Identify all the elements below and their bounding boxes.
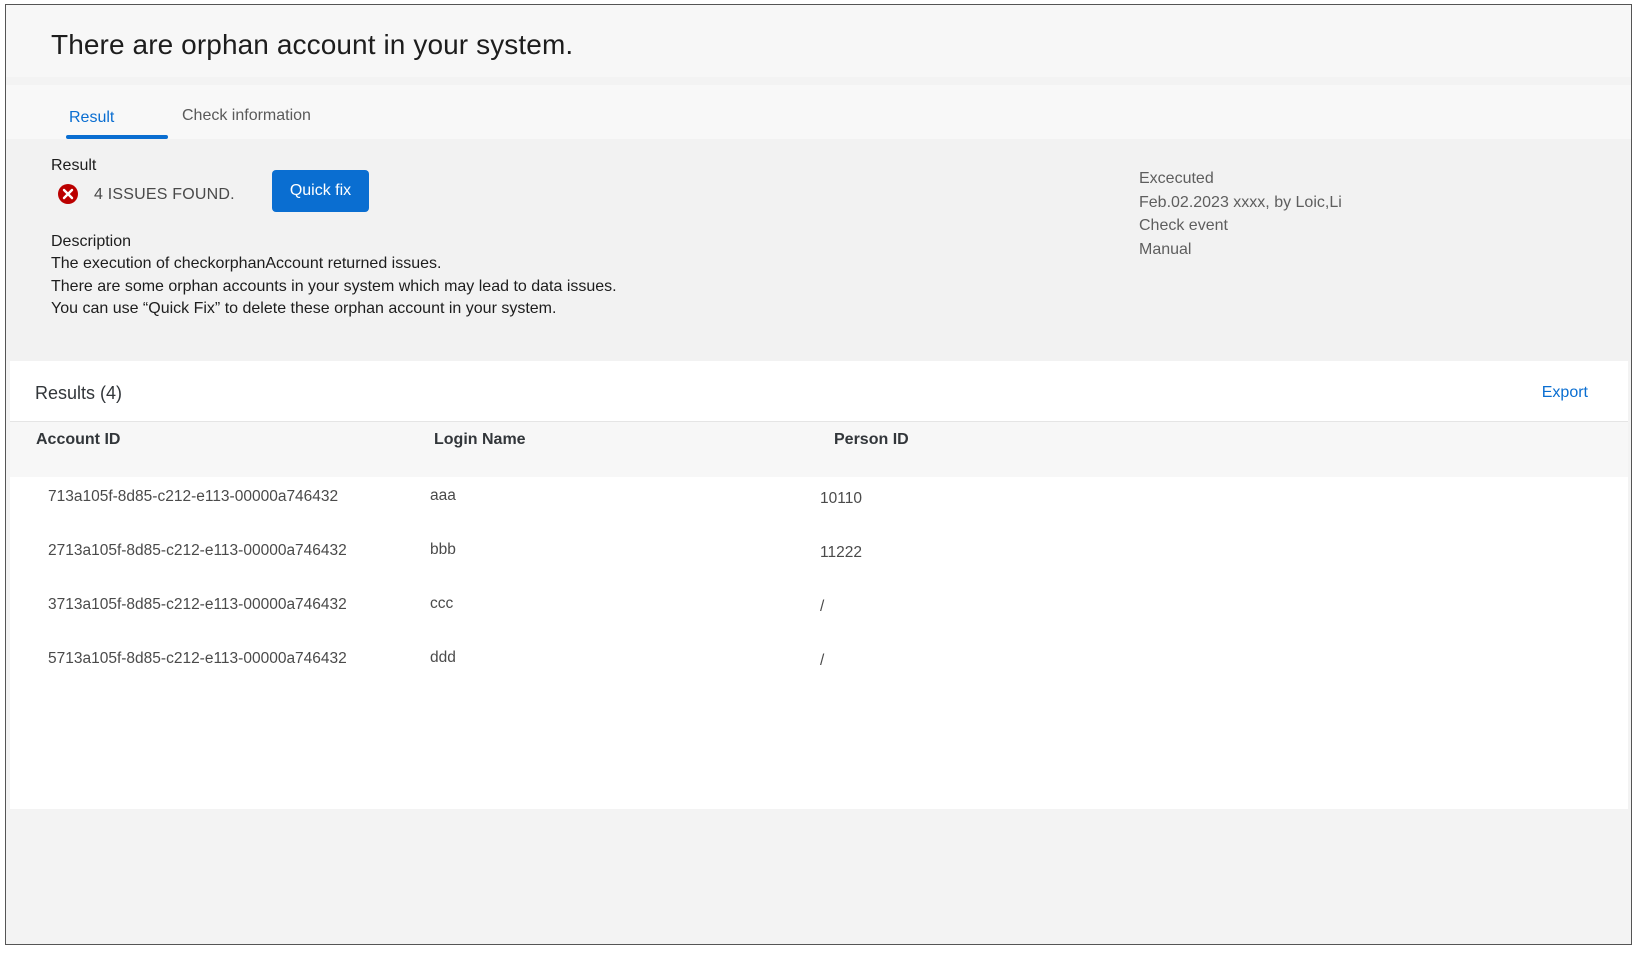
tab-result[interactable]: Result: [69, 109, 114, 127]
quick-fix-button[interactable]: Quick fix: [272, 170, 369, 212]
error-circle-icon: [58, 184, 78, 204]
login-name-cell: bbb: [430, 541, 456, 558]
issues-count-text: 4 ISSUES FOUND.: [94, 186, 235, 203]
table-header-row: [10, 422, 1628, 477]
check-event-value: Manual: [1139, 240, 1192, 258]
account-id-cell: 3713a105f-8d85-c212-e113-00000a746432: [48, 596, 347, 613]
person-id-cell: 10110: [820, 490, 862, 507]
description-line: You can use “Quick Fix” to delete these …: [51, 300, 557, 317]
results-toolbar: Results (4) Export: [10, 361, 1628, 422]
column-header-account-id[interactable]: Account ID: [36, 431, 120, 449]
result-label: Result: [51, 157, 97, 174]
person-id-cell: 11222: [820, 544, 862, 561]
execution-meta: Excecuted Feb.02.2023 xxxx, by Loic,Li C…: [1139, 167, 1342, 261]
app-window: There are orphan account in your system.…: [5, 4, 1632, 945]
page-title: There are orphan account in your system.: [51, 29, 574, 60]
description-line: The execution of checkorphanAccount retu…: [51, 255, 442, 272]
description-line: There are some orphan accounts in your s…: [51, 278, 617, 295]
login-name-cell: ccc: [430, 595, 454, 612]
table-row[interactable]: 5713a105f-8d85-c212-e113-00000a746432 dd…: [10, 639, 1628, 693]
table-row[interactable]: 713a105f-8d85-c212-e113-00000a746432 aaa…: [10, 477, 1628, 531]
result-summary: Result 4 ISSUES FOUND. Quick fix Descrip…: [6, 139, 1631, 361]
column-header-person-id[interactable]: Person ID: [834, 431, 909, 449]
person-id-cell: /: [820, 652, 825, 669]
login-name-cell: ddd: [430, 649, 456, 666]
table-row[interactable]: 3713a105f-8d85-c212-e113-00000a746432 cc…: [10, 585, 1628, 639]
results-panel: Results (4) Export Account ID Login Name…: [10, 361, 1628, 809]
account-id-cell: 5713a105f-8d85-c212-e113-00000a746432: [48, 650, 347, 667]
check-event-label: Check event: [1139, 217, 1228, 234]
description-heading: Description: [51, 233, 132, 250]
export-link[interactable]: Export: [1542, 384, 1588, 402]
account-id-cell: 2713a105f-8d85-c212-e113-00000a746432: [48, 542, 347, 559]
executed-label: Excecuted: [1139, 170, 1214, 187]
login-name-cell: aaa: [430, 487, 456, 504]
tab-check-information[interactable]: Check information: [182, 107, 311, 125]
executed-value: Feb.02.2023 xxxx, by Loic,Li: [1139, 193, 1342, 211]
page-header: There are orphan account in your system.: [6, 5, 1631, 77]
table-row[interactable]: 2713a105f-8d85-c212-e113-00000a746432 bb…: [10, 531, 1628, 585]
account-id-cell: 713a105f-8d85-c212-e113-00000a746432: [48, 488, 339, 505]
column-header-login-name[interactable]: Login Name: [434, 431, 526, 449]
person-id-cell: /: [820, 598, 825, 615]
tab-bar: Result Check information: [6, 85, 1631, 139]
results-title: Results (4): [35, 383, 123, 403]
